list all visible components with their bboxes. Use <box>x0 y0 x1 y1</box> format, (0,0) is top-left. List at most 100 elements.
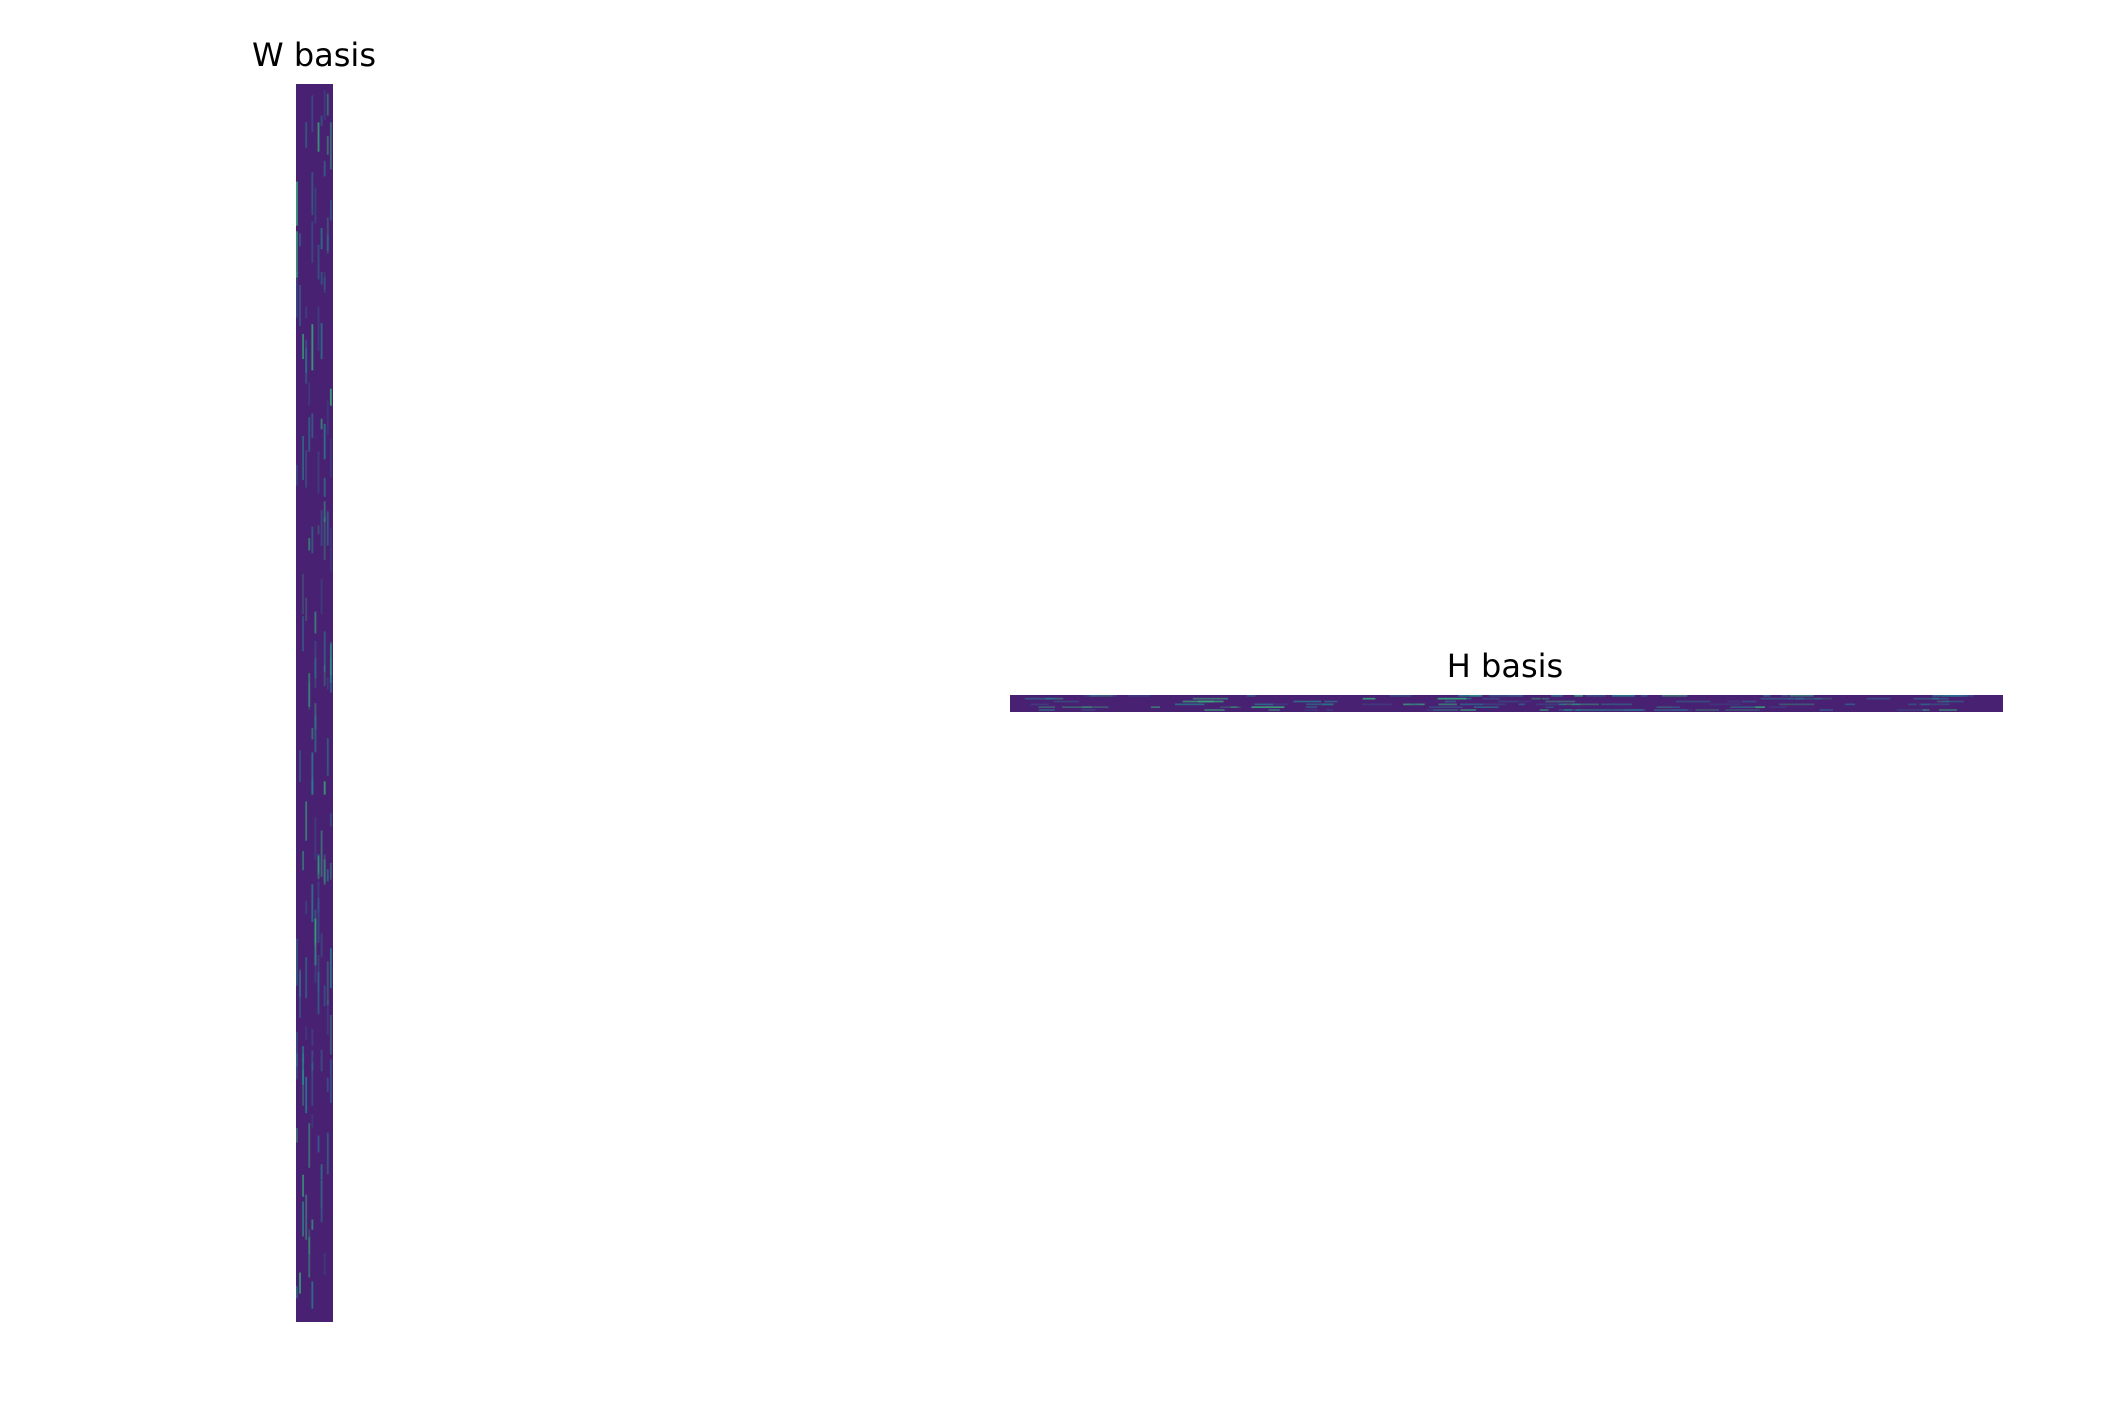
h-basis-cell <box>1053 700 1079 703</box>
w-basis-cell <box>299 750 301 782</box>
h-basis-cell <box>1030 703 1049 706</box>
w-basis-cell <box>296 938 298 986</box>
w-basis-cell <box>323 90 326 120</box>
w-basis-cell <box>311 884 314 922</box>
w-basis-cell <box>329 813 332 827</box>
w-basis-cell <box>305 306 308 319</box>
w-basis-cell <box>311 221 314 264</box>
w-basis-cell <box>302 1053 305 1085</box>
h-basis-cell <box>1654 709 1688 711</box>
w-basis-cell <box>320 933 323 958</box>
w-basis-cell <box>329 438 332 478</box>
h-basis-cell <box>1913 697 1949 700</box>
w-basis-cell <box>311 1050 314 1071</box>
h-basis-cell <box>1362 697 1376 700</box>
h-basis-cell <box>1819 709 1833 711</box>
w-basis-cell <box>299 233 301 247</box>
w-basis-cell <box>329 948 332 989</box>
w-basis-cell <box>326 677 329 690</box>
h-basis-cell <box>1760 697 1794 700</box>
figure-canvas: W basis H basis <box>0 0 2126 1408</box>
h-basis-cell <box>1508 695 1523 697</box>
h-basis-cell <box>1303 709 1319 711</box>
w-basis-cell <box>302 1174 305 1197</box>
h-basis-cell <box>1204 709 1225 711</box>
w-basis-cell <box>317 244 320 280</box>
w-basis-cell <box>323 423 326 460</box>
h-basis-cell <box>1676 700 1711 703</box>
h-basis-cell <box>1896 709 1927 711</box>
w-basis-cell <box>308 1236 311 1278</box>
w-basis-cell <box>320 228 323 250</box>
w-basis-cell <box>317 881 320 913</box>
h-basis-cell <box>1695 709 1720 711</box>
w-basis-cell <box>314 715 317 753</box>
w-basis-cell <box>323 160 326 177</box>
h-basis-cell <box>1844 703 1856 706</box>
w-basis-cell <box>329 1015 332 1055</box>
h-basis-cell <box>1438 703 1457 706</box>
w-basis-cell <box>314 817 317 860</box>
h-basis-cell <box>1545 706 1555 709</box>
w-basis-cell <box>317 122 320 152</box>
w-basis-cell <box>326 738 329 776</box>
h-basis-cell <box>1219 706 1241 709</box>
w-basis-cell <box>317 855 320 872</box>
w-basis-cell <box>314 611 317 634</box>
w-basis-cell <box>320 271 323 285</box>
w-basis-cell <box>302 573 305 615</box>
h-basis-cell <box>1575 709 1611 711</box>
w-basis-cell <box>311 413 314 438</box>
w-basis-cell <box>296 181 298 226</box>
w-basis-cell <box>296 231 298 278</box>
w-basis-cell <box>311 172 314 216</box>
h-basis-cell <box>1541 697 1550 700</box>
h-basis-cell <box>1779 703 1815 706</box>
w-basis-cell <box>329 388 332 406</box>
w-basis-cell <box>317 870 320 880</box>
h-basis-cell <box>1038 706 1055 709</box>
w-basis-cell <box>329 528 332 572</box>
h-basis-cell <box>1150 706 1161 709</box>
w-basis-cell <box>305 339 308 384</box>
h-basis-cell <box>1601 703 1632 706</box>
w-basis-cell <box>296 1128 298 1143</box>
w-basis-cell <box>311 1281 314 1309</box>
w-basis-cell <box>317 306 320 352</box>
w-basis-cell <box>329 122 332 170</box>
w-basis-cell <box>329 641 332 676</box>
w-basis-cell <box>320 322 323 360</box>
w-basis-cell <box>308 417 311 452</box>
h-basis-cell <box>1197 700 1224 703</box>
w-basis-cell <box>326 961 329 1006</box>
h-basis-cell <box>1574 695 1583 697</box>
w-basis-cell <box>305 957 308 999</box>
h-basis-cell <box>1088 695 1097 697</box>
w-basis-cell <box>314 946 317 983</box>
w-basis-cell <box>302 436 305 480</box>
h-basis-cell <box>1536 703 1563 706</box>
w-basis-cell <box>308 1123 311 1168</box>
w-basis-cell <box>311 526 314 554</box>
h-basis-cell <box>1488 695 1510 697</box>
w-basis-cell <box>317 525 320 535</box>
w-basis-cell <box>305 597 308 622</box>
w-basis-cell <box>323 501 326 523</box>
w-basis-cell <box>320 1178 323 1223</box>
h-basis-cell <box>1931 697 1939 700</box>
h-basis-cell <box>1305 706 1318 709</box>
w-basis-cell <box>302 851 305 871</box>
w-basis-cell <box>296 1286 298 1299</box>
w-basis-title: W basis <box>252 36 376 74</box>
w-basis-cell <box>311 95 314 132</box>
w-basis-cell <box>317 1135 320 1153</box>
w-basis-cell <box>326 93 329 116</box>
h-basis-cell <box>1426 709 1458 711</box>
h-basis-cell <box>1611 695 1635 697</box>
w-basis-cell <box>314 657 317 679</box>
h-basis-cell <box>1741 700 1757 703</box>
h-basis-cell <box>1755 706 1766 709</box>
h-basis-cell <box>1045 697 1053 700</box>
w-basis-cell <box>311 324 314 371</box>
h-basis-cell <box>1389 695 1412 697</box>
